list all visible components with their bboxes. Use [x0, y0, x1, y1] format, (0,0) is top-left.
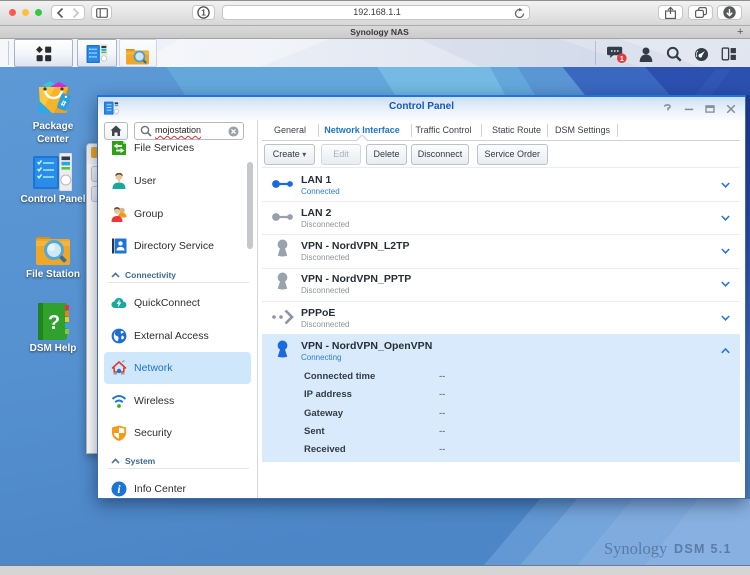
svg-text:Synology: Synology	[604, 539, 668, 558]
svg-text:DSM 5.1: DSM 5.1	[674, 542, 732, 556]
svg-text:?: ?	[48, 312, 60, 334]
svg-text:1: 1	[620, 54, 624, 63]
svg-text:1: 1	[201, 8, 206, 18]
